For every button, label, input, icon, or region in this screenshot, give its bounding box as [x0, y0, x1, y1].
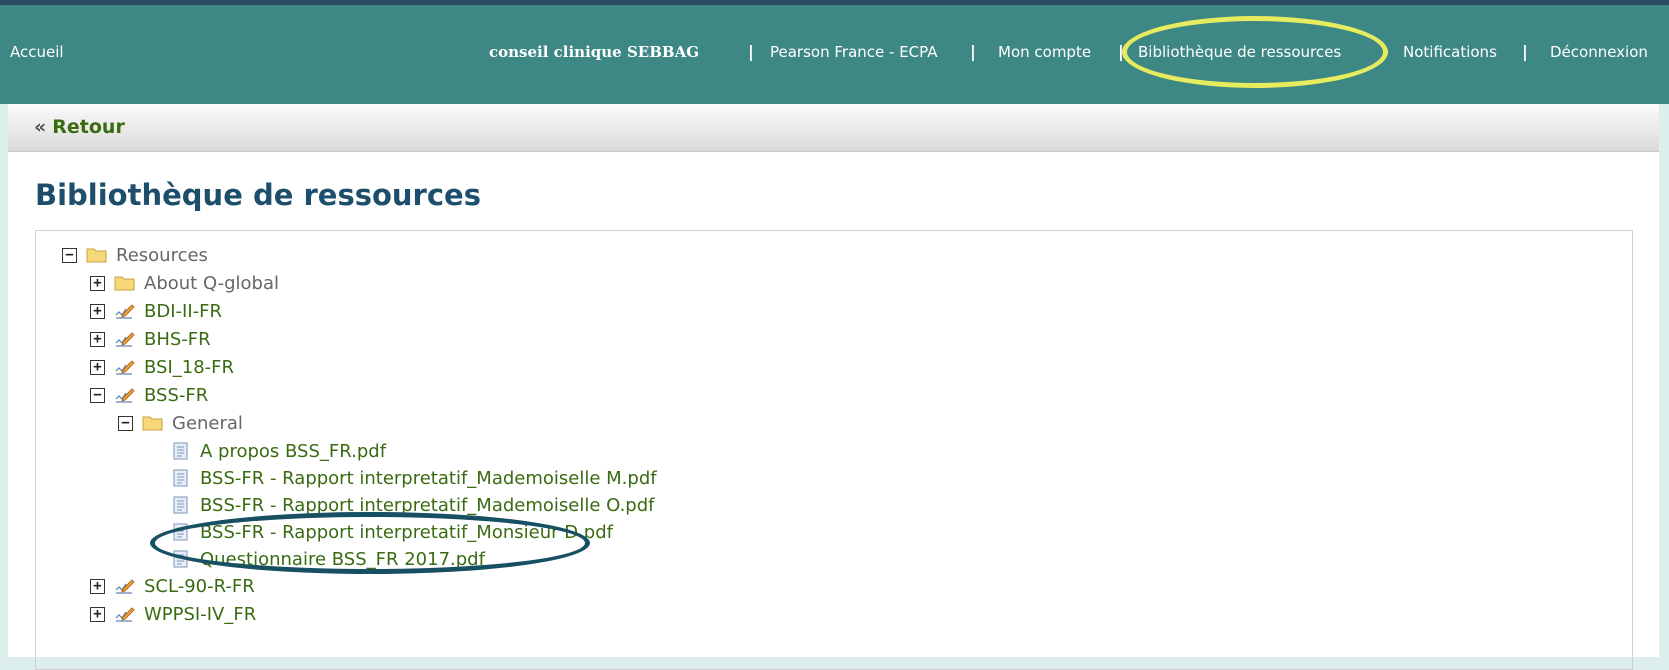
folder-icon: [114, 276, 135, 291]
nav-separator: |: [1118, 42, 1124, 61]
tree-node-wppsi[interactable]: + WPPSI-IV_FR: [90, 600, 256, 628]
test-edit-icon: [115, 360, 135, 375]
file-link[interactable]: Questionnaire BSS_FR 2017.pdf: [200, 549, 485, 570]
test-edit-icon: [115, 579, 135, 594]
collapse-icon[interactable]: −: [118, 415, 133, 431]
page-title: Bibliothèque de ressources: [35, 178, 481, 212]
expand-icon[interactable]: +: [90, 303, 105, 319]
nav-organization-link[interactable]: Pearson France - ECPA: [770, 43, 938, 61]
test-edit-icon: [115, 332, 135, 347]
top-navigation-bar: Accueil conseil clinique SEBBAG | Pearso…: [0, 0, 1669, 104]
tree-file-report-d[interactable]: BSS-FR - Rapport interpretatif_Monsieur …: [146, 518, 613, 546]
folder-icon: [142, 416, 163, 431]
tree-node-label: SCL-90-R-FR: [144, 575, 255, 597]
tree-file-about-bss[interactable]: A propos BSS_FR.pdf: [146, 437, 386, 465]
main-panel: «Retour Bibliothèque de ressources − Res…: [8, 104, 1659, 670]
nav-separator: |: [748, 42, 754, 61]
tree-node-bhs[interactable]: + BHS-FR: [90, 325, 211, 353]
tree-node-bss[interactable]: − BSS-FR: [90, 381, 208, 409]
file-link[interactable]: BSS-FR - Rapport interpretatif_Mademoise…: [200, 495, 655, 516]
tree-node-label: BSS-FR: [144, 384, 209, 406]
tree-node-scl[interactable]: + SCL-90-R-FR: [90, 572, 255, 600]
expand-icon[interactable]: +: [90, 578, 105, 594]
document-icon: [173, 442, 188, 460]
file-link[interactable]: BSS-FR - Rapport interpretatif_Monsieur …: [200, 522, 613, 543]
tree-file-questionnaire[interactable]: Questionnaire BSS_FR 2017.pdf: [146, 545, 485, 573]
nav-account-link[interactable]: Mon compte: [998, 43, 1091, 61]
expand-icon[interactable]: +: [90, 331, 105, 347]
expand-icon[interactable]: +: [90, 275, 105, 291]
folder-icon: [86, 248, 107, 263]
tree-node-general[interactable]: − General: [118, 409, 243, 437]
nav-user-name: conseil clinique SEBBAG: [489, 43, 700, 61]
file-link[interactable]: A propos BSS_FR.pdf: [200, 441, 386, 462]
document-icon: [173, 523, 188, 541]
tree-node-label: BHS-FR: [144, 328, 211, 350]
tree-file-report-m[interactable]: BSS-FR - Rapport interpretatif_Mademoise…: [146, 464, 657, 492]
tree-node-resources[interactable]: − Resources: [62, 241, 208, 269]
expand-icon[interactable]: +: [90, 606, 105, 622]
tree-node-label: BDI-II-FR: [144, 300, 222, 322]
back-arrow-icon: «: [34, 116, 47, 138]
test-edit-icon: [115, 607, 135, 622]
tree-node-label: BSI_18-FR: [144, 356, 235, 378]
resource-tree: − Resources + About Q-global + BDI-II-FR…: [35, 230, 1633, 670]
tree-file-report-o[interactable]: BSS-FR - Rapport interpretatif_Mademoise…: [146, 491, 655, 519]
nav-logout-link[interactable]: Déconnexion: [1550, 43, 1648, 61]
collapse-icon[interactable]: −: [62, 247, 77, 263]
tree-node-bsi[interactable]: + BSI_18-FR: [90, 353, 234, 381]
tree-node-label: WPPSI-IV_FR: [144, 603, 257, 625]
tree-node-label: About Q-global: [144, 272, 279, 294]
back-label: Retour: [52, 116, 125, 138]
back-link[interactable]: «Retour: [34, 116, 125, 138]
nav-separator: |: [1522, 42, 1528, 61]
document-icon: [173, 550, 188, 568]
nav-home-link[interactable]: Accueil: [10, 43, 64, 61]
document-icon: [173, 496, 188, 514]
collapse-icon[interactable]: −: [90, 387, 105, 403]
back-bar: «Retour: [8, 104, 1659, 152]
tree-node-about[interactable]: + About Q-global: [90, 269, 279, 297]
nav-library-link[interactable]: Bibliothèque de ressources: [1138, 43, 1341, 61]
file-link[interactable]: BSS-FR - Rapport interpretatif_Mademoise…: [200, 468, 657, 489]
nav-notifications-link[interactable]: Notifications: [1403, 43, 1497, 61]
expand-icon[interactable]: +: [90, 359, 105, 375]
tree-node-bdi[interactable]: + BDI-II-FR: [90, 297, 222, 325]
tree-node-label: General: [172, 412, 243, 434]
tree-node-label: Resources: [116, 244, 208, 266]
test-edit-icon: [115, 388, 135, 403]
test-edit-icon: [115, 304, 135, 319]
nav-separator: |: [970, 42, 976, 61]
document-icon: [173, 469, 188, 487]
